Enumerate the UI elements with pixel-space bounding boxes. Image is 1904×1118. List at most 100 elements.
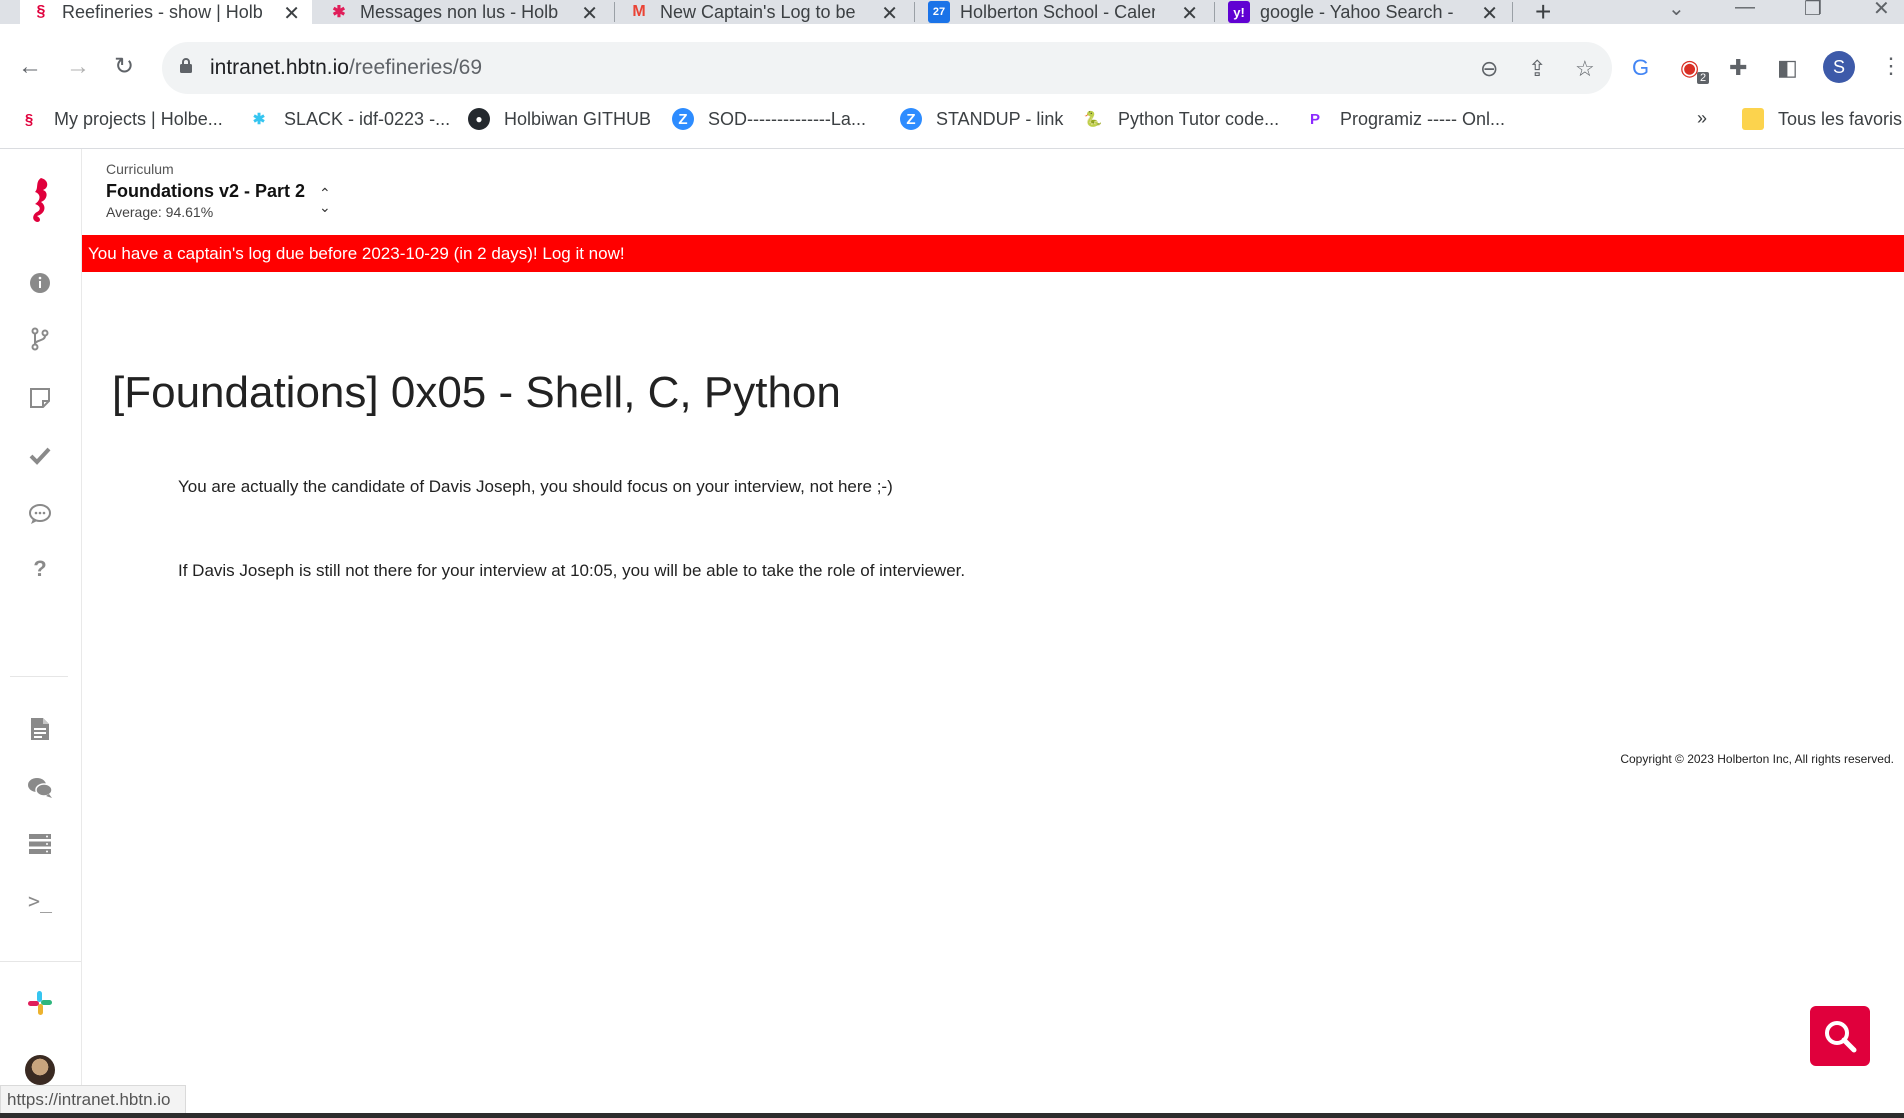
curriculum-average: Average: 94.61% — [106, 204, 214, 220]
minimize-button[interactable]: — — [1735, 0, 1755, 19]
search-icon — [1825, 1021, 1857, 1053]
chevron-up-down-icon[interactable]: ⌃ ⌄ — [319, 186, 331, 214]
yahoo-icon: y! — [1228, 1, 1250, 23]
tab-search-icon[interactable]: ⌄ — [1668, 0, 1685, 21]
menu-icon[interactable]: ⋮ — [1880, 53, 1902, 79]
curriculum-label: Curriculum — [106, 161, 174, 177]
bookmark-github[interactable]: ● Holbiwan GITHUB — [468, 108, 651, 130]
tab-calendar[interactable]: 27 Holberton School - Caler ✕ — [918, 0, 1210, 26]
address-bar[interactable]: intranet.hbtn.io/reefineries/69 ⊖ ⇪ ☆ — [162, 42, 1612, 94]
chat-bubble-icon[interactable] — [23, 497, 57, 531]
lock-icon — [180, 58, 192, 73]
note-icon[interactable] — [23, 381, 57, 415]
programiz-icon: P — [1309, 110, 1320, 128]
profile-avatar[interactable]: S — [1823, 51, 1855, 83]
tab-title: google - Yahoo Search - — [1260, 1, 1454, 22]
close-icon[interactable]: ✕ — [1181, 1, 1198, 26]
tab-reefineries[interactable]: § Reefineries - show | Holb ✕ — [20, 0, 312, 26]
sidebar-divider — [0, 961, 81, 962]
tab-separator — [1214, 2, 1215, 22]
all-bookmarks-folder[interactable]: Tous les favoris — [1742, 108, 1902, 130]
share-icon[interactable]: ⇪ — [1528, 56, 1546, 82]
bookmark-python-tutor[interactable]: 🐍 Python Tutor code... — [1082, 108, 1279, 130]
bookmark-slack[interactable]: ✱ SLACK - idf-0223 -... — [248, 108, 450, 130]
user-avatar[interactable] — [23, 1053, 57, 1087]
bookmark-label: SLACK - idf-0223 -... — [284, 108, 451, 129]
curriculum-name: Foundations v2 - Part 2 — [106, 181, 306, 201]
tab-title: New Captain's Log to be — [660, 1, 855, 22]
zoom-out-icon[interactable]: ⊖ — [1480, 56, 1498, 82]
bookmark-star-icon[interactable]: ☆ — [1575, 56, 1595, 82]
tab-slack[interactable]: ✱ Messages non lus - Holb ✕ — [318, 0, 610, 26]
candidate-message: You are actually the candidate of Davis … — [178, 477, 893, 496]
curriculum-selector[interactable]: Curriculum Foundations v2 - Part 2 Avera… — [106, 161, 305, 220]
comments-icon[interactable] — [23, 771, 57, 805]
holberton-logo-icon: § — [36, 3, 46, 20]
servers-icon[interactable] — [23, 827, 57, 861]
tab-strip: § Reefineries - show | Holb ✕ ✱ Messages… — [0, 0, 1904, 27]
bookmarks-more-button[interactable]: » — [1697, 108, 1707, 129]
copyright: Copyright © 2023 Holberton Inc, All righ… — [1620, 752, 1894, 766]
bookmark-label: Python Tutor code... — [1118, 108, 1280, 129]
holberton-logo-icon: § — [24, 110, 34, 128]
bookmark-label: Holbiwan GITHUB — [504, 108, 652, 129]
close-icon[interactable]: ✕ — [1481, 1, 1498, 26]
reload-button[interactable]: ↻ — [114, 52, 134, 81]
side-panel-icon[interactable]: ◧ — [1777, 55, 1798, 81]
bookmark-label: Programiz ----- Onl... — [1340, 108, 1506, 129]
close-icon[interactable]: ✕ — [581, 1, 598, 26]
extension-badge: 2 — [1697, 72, 1710, 84]
gmail-icon: M — [632, 3, 646, 20]
bookmark-label: STANDUP - link — [936, 108, 1064, 129]
interviewer-message: If Davis Joseph is still not there for y… — [178, 561, 966, 580]
sidebar: ? >_ — [0, 149, 82, 1118]
taskbar-edge — [0, 1113, 1904, 1118]
tab-separator — [1512, 2, 1513, 22]
browser-toolbar: ← → ↻ intranet.hbtn.io/reefineries/69 ⊖ … — [0, 24, 1904, 112]
bookmark-standup[interactable]: Z STANDUP - link — [900, 108, 1063, 130]
slack-icon: ✱ — [332, 4, 346, 21]
bookmark-programiz[interactable]: P Programiz ----- Onl... — [1304, 108, 1505, 130]
sidebar-divider — [10, 676, 68, 677]
extensions-puzzle-icon[interactable]: ✚ — [1729, 55, 1747, 81]
help-icon[interactable]: ? — [23, 552, 57, 586]
close-icon[interactable]: ✕ — [881, 1, 898, 26]
tab-separator — [914, 2, 915, 22]
seahorse-logo-icon[interactable] — [23, 175, 57, 225]
window-close-button[interactable]: ✕ — [1873, 0, 1890, 21]
captains-log-banner[interactable]: You have a captain's log due before 2023… — [82, 235, 1904, 272]
git-branch-icon[interactable] — [23, 322, 57, 356]
checkmark-icon[interactable] — [23, 439, 57, 473]
slack-icon[interactable] — [23, 986, 57, 1020]
tab-yahoo[interactable]: y! google - Yahoo Search - ✕ — [1218, 0, 1510, 26]
python-icon: 🐍 — [1083, 111, 1103, 128]
back-button[interactable]: ← — [18, 53, 42, 81]
tab-title: Reefineries - show | Holb — [62, 1, 263, 22]
tab-separator — [614, 2, 615, 22]
bookmark-label: My projects | Holbe... — [54, 108, 223, 129]
zoom-icon: Z — [900, 108, 922, 130]
status-bar-url: https://intranet.hbtn.io — [0, 1085, 186, 1115]
bookmark-my-projects[interactable]: § My projects | Holbe... — [18, 108, 223, 130]
forward-button[interactable]: → — [66, 53, 90, 81]
github-icon: ● — [468, 108, 490, 130]
bookmark-label: SOD--------------La... — [708, 108, 866, 129]
info-icon[interactable] — [23, 266, 57, 300]
document-icon[interactable] — [23, 712, 57, 746]
search-button[interactable] — [1810, 1006, 1870, 1066]
zoom-icon: Z — [672, 108, 694, 130]
translate-extension-icon[interactable]: G — [1632, 55, 1649, 81]
folder-icon — [1742, 108, 1764, 130]
terminal-icon[interactable]: >_ — [23, 884, 57, 918]
tab-gmail[interactable]: M New Captain's Log to be ✕ — [618, 0, 910, 26]
slack-icon: ✱ — [252, 111, 266, 128]
tab-title: Holberton School - Caler — [960, 1, 1155, 22]
url-text: intranet.hbtn.io/reefineries/69 — [210, 56, 483, 79]
bookmark-sod[interactable]: Z SOD--------------La... — [672, 108, 866, 130]
calendar-icon: 27 — [928, 1, 950, 23]
restore-button[interactable]: ❐ — [1804, 0, 1822, 21]
tab-title: Messages non lus - Holb — [360, 1, 559, 22]
chrome-divider — [0, 148, 1904, 149]
bookmark-label: Tous les favoris — [1778, 108, 1903, 129]
close-icon[interactable]: ✕ — [283, 1, 300, 26]
